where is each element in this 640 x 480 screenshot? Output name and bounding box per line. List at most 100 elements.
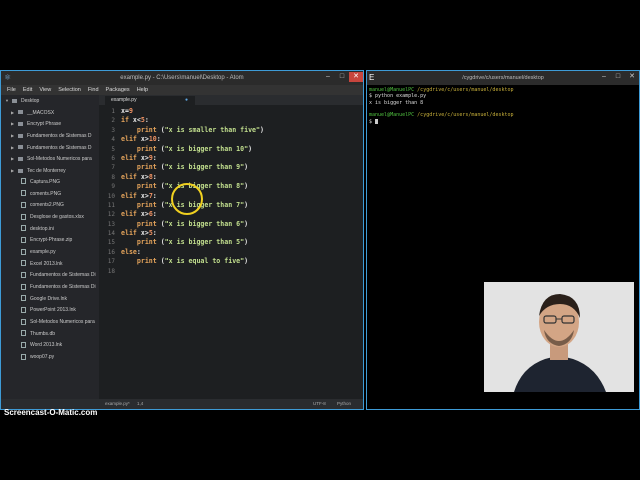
chevron-right-icon[interactable]: ▶ bbox=[11, 142, 18, 154]
menu-edit[interactable]: Edit bbox=[23, 85, 32, 95]
file-icon bbox=[21, 295, 26, 302]
chevron-right-icon[interactable]: ▶ bbox=[11, 130, 18, 142]
tree-item-label: Sol-Metodos Numericos para bbox=[30, 319, 95, 326]
tree-item-label: Fundamentos de Sistemas D bbox=[27, 133, 92, 140]
tree-file[interactable]: example.py bbox=[1, 247, 99, 259]
tree-file[interactable]: coments2.PNG bbox=[1, 200, 99, 212]
line-number-gutter: 1 2 3 4 5 6 7 8 9 10 11 12 13 14 15 16 17 18 bbox=[99, 107, 115, 276]
tree-item-label: Desktop bbox=[21, 98, 40, 104]
editor-pane[interactable]: example.py ● 1 2 3 4 5 6 7 8 9 10 11 12 13 14 15 16 17 18… bbox=[99, 95, 363, 399]
terminal-close-button[interactable]: ✕ bbox=[625, 72, 639, 82]
code-line[interactable]: elif x>8: bbox=[121, 173, 264, 182]
line-number: 6 bbox=[111, 154, 115, 162]
tab-example-py[interactable]: example.py bbox=[105, 96, 195, 105]
file-icon bbox=[21, 271, 26, 278]
line-number: 12 bbox=[107, 211, 115, 219]
file-icon bbox=[21, 318, 26, 325]
close-button[interactable]: ✕ bbox=[349, 72, 363, 82]
tree-root[interactable]: ▼ Desktop bbox=[1, 95, 99, 107]
chevron-right-icon[interactable]: ▶ bbox=[11, 107, 18, 119]
tree-item-label: Tec de Monterrey bbox=[27, 168, 66, 175]
tree-file[interactable]: Fundamentos de Sistemas Di bbox=[1, 270, 99, 282]
tree-file[interactable]: PowerPoint 2013.lnk bbox=[1, 305, 99, 317]
tree-item-label: coments2.PNG bbox=[30, 202, 64, 209]
tree-file[interactable]: Fundamentos de Sistemas Di bbox=[1, 282, 99, 294]
menu-packages[interactable]: Packages bbox=[106, 85, 130, 95]
file-icon bbox=[21, 283, 26, 290]
file-icon bbox=[21, 201, 26, 208]
file-icon bbox=[21, 260, 26, 267]
terminal-title-bar[interactable]: E /cygdrive/c/users/manuel/desktop – □ ✕ bbox=[367, 71, 639, 85]
terminal-output[interactable]: manuel@ManuelPC /cygdrive/c/users/manuel… bbox=[369, 87, 514, 125]
tree-folder[interactable]: ▶ Fundamentos de Sistemas D bbox=[1, 130, 99, 142]
tree-file[interactable]: Sol-Metodos Numericos para bbox=[1, 317, 99, 329]
screencast-watermark: Screencast-O-Matic.com bbox=[4, 408, 98, 417]
status-position[interactable]: 1,4 bbox=[137, 399, 143, 409]
code-line[interactable]: print ("x is equal to five") bbox=[121, 257, 264, 266]
tree-folder[interactable]: ▶ Sol-Metodos Numericos para bbox=[1, 153, 99, 165]
code-line[interactable]: print ("x is smaller than five") bbox=[121, 126, 264, 135]
tree-item-label: Fundamentos de Sistemas D bbox=[27, 144, 92, 151]
chevron-right-icon[interactable]: ▶ bbox=[11, 118, 18, 130]
line-number: 7 bbox=[111, 164, 115, 172]
tree-item-label: desktop.ini bbox=[30, 225, 54, 232]
terminal-minimize-button[interactable]: – bbox=[597, 72, 611, 82]
menu-help[interactable]: Help bbox=[137, 85, 148, 95]
menu-file[interactable]: File bbox=[7, 85, 16, 95]
chevron-right-icon[interactable]: ▶ bbox=[11, 165, 18, 177]
code-line[interactable]: elif x>9: bbox=[121, 154, 264, 163]
tree-file[interactable]: Google Drive.lnk bbox=[1, 294, 99, 306]
webcam-overlay bbox=[484, 282, 634, 392]
code-line[interactable]: print ("x is bigger than 6") bbox=[121, 220, 264, 229]
chevron-down-icon[interactable]: ▼ bbox=[5, 95, 12, 107]
tree-folder[interactable]: ▶ Encrypt Phrase bbox=[1, 118, 99, 130]
tree-file[interactable]: Excel 2013.lnk bbox=[1, 259, 99, 271]
code-line[interactable]: elif x>5: bbox=[121, 229, 264, 238]
status-file[interactable]: example.py* bbox=[105, 399, 130, 409]
tree-item-label: Thumbs.db bbox=[30, 330, 56, 337]
file-icon bbox=[21, 225, 26, 232]
tree-file[interactable]: coments.PNG bbox=[1, 189, 99, 201]
tree-file[interactable]: Encrypt-Phrase.zip bbox=[1, 235, 99, 247]
tree-item-label: Encrypt-Phrase.zip bbox=[30, 237, 73, 244]
code-line[interactable]: x=9 bbox=[121, 107, 264, 116]
menu-find[interactable]: Find bbox=[88, 85, 99, 95]
code-line[interactable]: print ("x is bigger than 10") bbox=[121, 145, 264, 154]
menu-selection[interactable]: Selection bbox=[58, 85, 81, 95]
line-number: 4 bbox=[111, 136, 115, 144]
code-line[interactable]: else: bbox=[121, 248, 264, 257]
line-number: 1 bbox=[111, 108, 115, 115]
code-line[interactable]: elif x>10: bbox=[121, 135, 264, 144]
tree-file[interactable]: Thumbs.db bbox=[1, 329, 99, 341]
menu-view[interactable]: View bbox=[39, 85, 51, 95]
tree-file[interactable]: woop07.py bbox=[1, 352, 99, 364]
tree-item-label: woop07.py bbox=[30, 354, 55, 361]
prompt-user: manuel@ManuelPC bbox=[369, 87, 415, 93]
minimize-button[interactable]: – bbox=[321, 72, 335, 82]
chevron-right-icon[interactable]: ▶ bbox=[11, 153, 18, 165]
status-grammar[interactable]: Python bbox=[337, 399, 351, 409]
command-output: x is bigger than 8 bbox=[369, 99, 424, 106]
atom-title-bar[interactable]: ⚛ example.py - C:\Users\manuel\Desktop -… bbox=[1, 71, 363, 85]
tree-item-label: Word 2013.lnk bbox=[30, 342, 63, 349]
code-line[interactable]: print ("x is bigger than 9") bbox=[121, 163, 264, 172]
tree-item-label: PowerPoint 2013.lnk bbox=[30, 307, 76, 314]
atom-logo-icon: ⚛ bbox=[4, 73, 12, 82]
terminal-logo-icon: E bbox=[369, 73, 375, 82]
status-encoding[interactable]: UTF-8 bbox=[313, 399, 326, 409]
tree-file[interactable]: Captura.PNG bbox=[1, 177, 99, 189]
code-line[interactable]: if x<5: bbox=[121, 116, 264, 125]
maximize-button[interactable]: □ bbox=[335, 72, 349, 82]
tree-file[interactable]: desktop.ini bbox=[1, 224, 99, 236]
tree-file[interactable]: Word 2013.lnk bbox=[1, 340, 99, 352]
tree-folder[interactable]: ▶ Tec de Monterrey bbox=[1, 165, 99, 177]
prompt-path: /cygdrive/c/users/manuel/desktop bbox=[417, 87, 514, 93]
tree-folder[interactable]: ▶ __MACOSX bbox=[1, 107, 99, 119]
tree-folder[interactable]: ▶ Fundamentos de Sistemas D bbox=[1, 142, 99, 154]
code-line[interactable]: print ("x is bigger than 5") bbox=[121, 238, 264, 247]
tree-file[interactable]: Desglose de gastos.xlsx bbox=[1, 212, 99, 224]
terminal-maximize-button[interactable]: □ bbox=[611, 72, 625, 82]
line-number: 5 bbox=[111, 145, 115, 153]
code-line[interactable] bbox=[121, 267, 264, 276]
line-number: 10 bbox=[107, 192, 115, 200]
